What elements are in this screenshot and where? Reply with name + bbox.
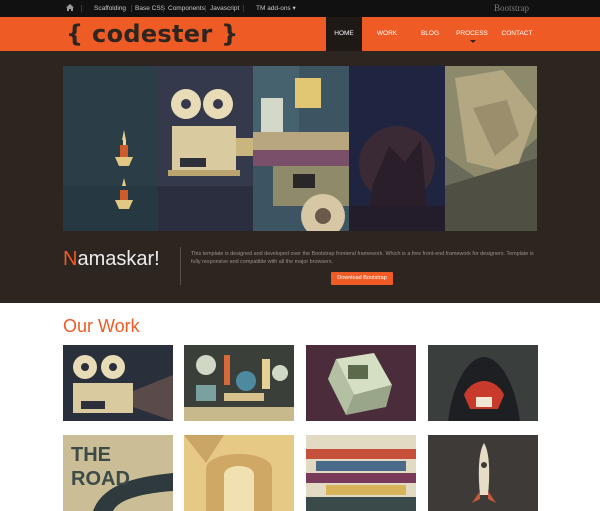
download-bootstrap-button[interactable]: Download Bootstrap [331, 272, 393, 285]
hero-intro-text: This template is designed and developed … [191, 251, 534, 265]
divider [131, 5, 132, 12]
topnav-components[interactable]: Components [168, 0, 205, 17]
divider [205, 5, 206, 12]
slide-projector-image [158, 66, 253, 231]
work-thumb-diving-gear[interactable] [184, 345, 294, 421]
nav-contact[interactable]: CONTACT [497, 17, 537, 51]
home-icon[interactable] [66, 4, 74, 11]
brand-link[interactable]: Bootstrap [494, 0, 529, 17]
hero-greeting: Namaskar! [63, 248, 160, 271]
topnav-base-css[interactable]: Base CSS [135, 0, 165, 17]
svg-text:ROAD: ROAD [71, 468, 130, 490]
slide-geometric-image [445, 66, 537, 231]
topnav-javascript[interactable]: Javascript [210, 0, 239, 17]
slide-planet-image [349, 66, 445, 231]
divider [243, 5, 244, 12]
nav-home[interactable]: HOME [326, 17, 362, 51]
topnav-tm-addons[interactable]: TM add-ons ▾ [256, 0, 296, 17]
site-logo[interactable]: { codester } [66, 17, 239, 51]
work-thumb-alien[interactable] [428, 345, 538, 421]
work-thumb-projector[interactable] [63, 345, 173, 421]
svg-text:THE: THE [71, 444, 111, 466]
nav-blog[interactable]: BLOG [414, 17, 446, 51]
caret-down-icon [470, 40, 476, 43]
slide-lighthouse-image [63, 66, 158, 231]
top-navbar: Scaffolding Base CSS Components Javascri… [0, 0, 600, 17]
greeting-rest: amaskar! [77, 248, 160, 270]
image-slider[interactable] [63, 66, 537, 231]
nav-process[interactable]: PROCESS [452, 17, 492, 51]
greeting-initial: N [63, 248, 78, 270]
divider [163, 5, 164, 12]
work-thumb-cube[interactable] [306, 345, 416, 421]
divider [81, 5, 82, 12]
nav-work[interactable]: WORK [370, 17, 404, 51]
slide-collage-image [253, 66, 349, 231]
topnav-scaffolding[interactable]: Scaffolding [94, 0, 126, 17]
hero-divider [180, 247, 181, 285]
section-title-our-work: Our Work [63, 316, 140, 336]
